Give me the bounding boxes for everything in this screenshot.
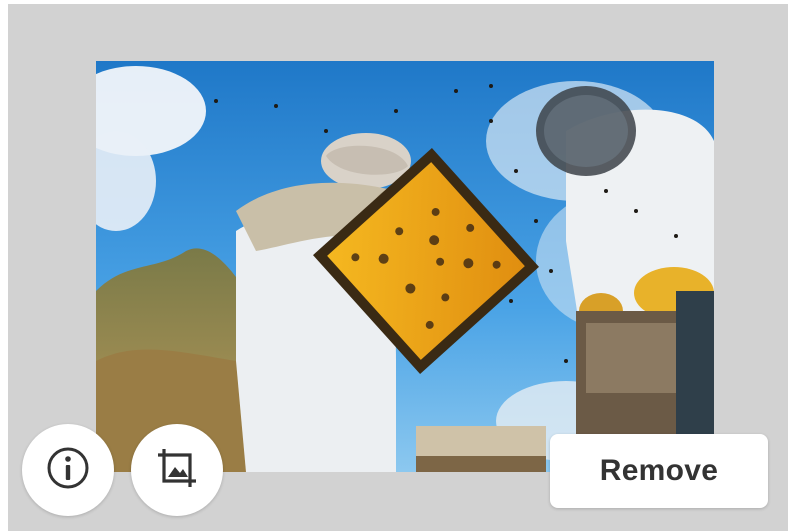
crop-image-button[interactable] xyxy=(131,424,223,516)
remove-button[interactable]: Remove xyxy=(550,434,768,508)
crop-image-icon xyxy=(154,445,200,496)
info-button[interactable] xyxy=(22,424,114,516)
info-icon xyxy=(46,446,90,495)
beekeepers-photo xyxy=(96,61,714,472)
uploaded-image xyxy=(96,61,714,472)
